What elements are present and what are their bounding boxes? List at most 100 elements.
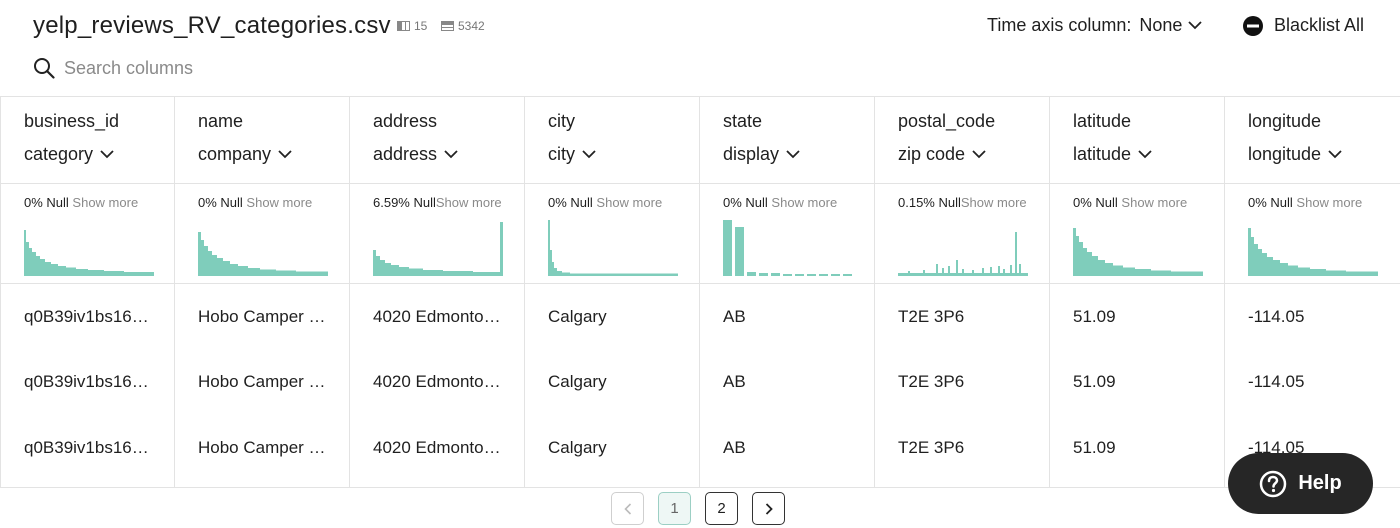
time-axis-selector: Time axis column: None bbox=[987, 15, 1203, 36]
chevron-down-icon bbox=[1138, 150, 1152, 159]
column-stats: 0% Null Show more bbox=[1, 184, 174, 284]
column-type-label: zip code bbox=[898, 144, 966, 164]
chevron-down-icon bbox=[582, 150, 596, 159]
column-type-label: address bbox=[373, 144, 438, 164]
table-cell[interactable]: Calgary bbox=[525, 350, 685, 416]
show-more-link[interactable]: Show more bbox=[1296, 195, 1362, 210]
question-circle-icon bbox=[1260, 470, 1287, 497]
column-latitude: latitude latitude 0% Null Show more 51.0… bbox=[1050, 97, 1225, 487]
show-more-link[interactable]: Show more bbox=[72, 195, 138, 210]
previous-page-button[interactable] bbox=[611, 492, 644, 525]
table-cell[interactable]: 4020 Edmonto… bbox=[350, 350, 510, 416]
table-cell[interactable]: AB bbox=[700, 415, 860, 481]
table-cell[interactable]: AB bbox=[700, 284, 860, 350]
distribution-histogram bbox=[898, 232, 1028, 276]
time-axis-value: None bbox=[1139, 15, 1183, 35]
show-more-link[interactable]: Show more bbox=[596, 195, 662, 210]
show-more-link[interactable]: Show more bbox=[436, 195, 502, 210]
column-name: longitude bbox=[1248, 111, 1322, 131]
table-cell[interactable]: AB bbox=[700, 350, 860, 416]
search-bar bbox=[33, 57, 364, 79]
column-name: postal_code bbox=[898, 111, 996, 131]
column-stats: 0% Null Show more bbox=[700, 184, 874, 284]
chevron-down-icon bbox=[100, 150, 114, 159]
page-button-1[interactable]: 1 bbox=[658, 492, 691, 525]
column-header: postal_code zip code bbox=[875, 97, 1049, 184]
column-type-dropdown[interactable]: city bbox=[548, 144, 699, 165]
time-axis-label: Time axis column: bbox=[987, 15, 1132, 35]
chevron-down-icon bbox=[786, 150, 800, 159]
distribution-histogram bbox=[548, 220, 678, 276]
show-more-link[interactable]: Show more bbox=[961, 195, 1027, 210]
column-header: address address bbox=[350, 97, 524, 184]
table-cell[interactable]: -114.05 bbox=[1225, 284, 1385, 350]
chevron-down-icon bbox=[972, 150, 986, 159]
column-type-dropdown[interactable]: zip code bbox=[898, 144, 1049, 165]
page-button-2[interactable]: 2 bbox=[705, 492, 738, 525]
column-header: name company bbox=[175, 97, 349, 184]
table-cell[interactable]: 51.09 bbox=[1050, 284, 1210, 350]
null-percentage: 0% Null bbox=[198, 195, 243, 210]
show-more-link[interactable]: Show more bbox=[246, 195, 312, 210]
column-type-dropdown[interactable]: company bbox=[198, 144, 349, 165]
table-cell[interactable]: 4020 Edmonto… bbox=[350, 415, 510, 481]
null-percentage: 6.59% Null bbox=[373, 195, 436, 210]
table-cell[interactable]: Hobo Camper … bbox=[175, 284, 335, 350]
null-percentage: 0% Null bbox=[723, 195, 768, 210]
blacklist-all-button[interactable]: Blacklist All bbox=[1243, 15, 1364, 36]
column-type-label: company bbox=[198, 144, 272, 164]
show-more-link[interactable]: Show more bbox=[771, 195, 837, 210]
columns-icon bbox=[397, 21, 410, 31]
column-name: address bbox=[373, 111, 438, 131]
table-cell[interactable]: 51.09 bbox=[1050, 350, 1210, 416]
column-type-label: city bbox=[548, 144, 575, 164]
table-cell[interactable]: T2E 3P6 bbox=[875, 415, 1035, 481]
column-stats: 6.59% NullShow more bbox=[350, 184, 524, 284]
column-business-id: business_id category 0% Null Show more q… bbox=[0, 97, 175, 487]
column-type-dropdown[interactable]: longitude bbox=[1248, 144, 1400, 165]
column-name: name company 0% Null Show more Hobo Camp… bbox=[175, 97, 350, 487]
chevron-down-icon bbox=[1328, 150, 1342, 159]
table-cell[interactable]: 4020 Edmonto… bbox=[350, 284, 510, 350]
show-more-link[interactable]: Show more bbox=[1121, 195, 1187, 210]
table-cell[interactable]: 51.09 bbox=[1050, 415, 1210, 481]
column-type-dropdown[interactable]: latitude bbox=[1073, 144, 1224, 165]
table-cell[interactable]: T2E 3P6 bbox=[875, 284, 1035, 350]
null-percentage: 0% Null bbox=[548, 195, 593, 210]
row-count: 5342 bbox=[441, 19, 485, 33]
table-cell[interactable]: T2E 3P6 bbox=[875, 350, 1035, 416]
chevron-down-icon bbox=[1188, 21, 1203, 30]
distribution-histogram bbox=[723, 220, 852, 276]
data-grid: business_id category 0% Null Show more q… bbox=[0, 96, 1400, 488]
column-type-dropdown[interactable]: display bbox=[723, 144, 874, 165]
table-cell[interactable]: Calgary bbox=[525, 284, 685, 350]
table-cell[interactable]: Hobo Camper … bbox=[175, 415, 335, 481]
table-cell[interactable]: -114.05 bbox=[1225, 350, 1385, 416]
column-name: latitude bbox=[1073, 111, 1132, 131]
chevron-left-icon bbox=[623, 502, 631, 515]
table-cell[interactable]: q0B39iv1bs16… bbox=[1, 415, 161, 481]
search-input[interactable] bbox=[64, 57, 364, 79]
table-cell[interactable]: Calgary bbox=[525, 415, 685, 481]
column-count-value: 15 bbox=[414, 19, 428, 33]
column-type-dropdown[interactable]: category bbox=[24, 144, 174, 165]
distribution-histogram bbox=[24, 230, 154, 276]
column-type-label: latitude bbox=[1073, 144, 1132, 164]
column-name: city bbox=[548, 111, 575, 131]
table-cell[interactable]: q0B39iv1bs16… bbox=[1, 350, 161, 416]
column-header: state display bbox=[700, 97, 874, 184]
null-percentage: 0% Null bbox=[24, 195, 69, 210]
column-type-label: longitude bbox=[1248, 144, 1322, 164]
column-stats: 0% Null Show more bbox=[175, 184, 349, 284]
table-cell[interactable]: q0B39iv1bs16… bbox=[1, 284, 161, 350]
chevron-right-icon bbox=[765, 502, 773, 515]
column-type-dropdown[interactable]: address bbox=[373, 144, 524, 165]
column-type-label: category bbox=[24, 144, 94, 164]
time-axis-dropdown[interactable]: None bbox=[1139, 15, 1203, 36]
table-cell[interactable]: Hobo Camper … bbox=[175, 350, 335, 416]
next-page-button[interactable] bbox=[752, 492, 785, 525]
column-longitude: longitude longitude 0% Null Show more -1… bbox=[1225, 97, 1400, 487]
chevron-down-icon bbox=[444, 150, 458, 159]
help-button[interactable]: Help bbox=[1228, 453, 1373, 514]
distribution-histogram bbox=[1073, 228, 1203, 276]
